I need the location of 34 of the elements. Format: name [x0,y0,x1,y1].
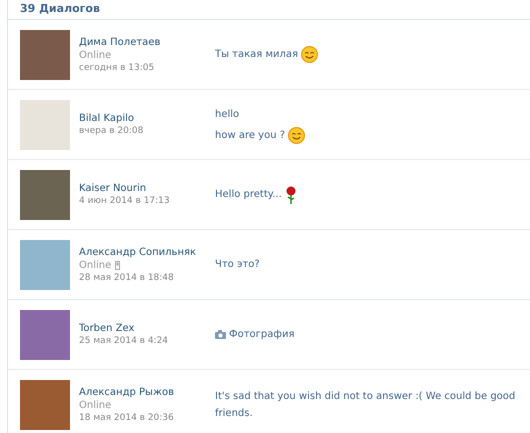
photo-attachment-link[interactable]: Фотография [229,326,294,343]
contact-name[interactable]: Александр Рыжов [79,386,215,398]
contact-name[interactable]: Bilal Kapilo [79,113,215,124]
message-time: 25 мая 2014 в 4:24 [79,336,170,346]
dialogs-count-heading: 39 Диалогов [8,0,530,20]
contact-name[interactable]: Kaiser Nourin [79,183,215,194]
online-status: Online [79,400,112,410]
online-status: Online [79,50,112,60]
message-time: 4 июн 2014 в 17:13 [79,196,171,206]
contact-name[interactable]: Дима Полетаев [79,36,215,48]
camera-icon [215,330,226,339]
avatar-photo-placeholder[interactable] [20,380,70,430]
avatar-photo-placeholder[interactable] [20,240,70,290]
mobile-phone-icon [115,260,120,270]
contact-name[interactable]: Torben Zex [79,323,215,334]
avatar-photo-placeholder[interactable] [20,310,70,360]
message-time: 18 мая 2014 в 20:36 [79,412,175,422]
message-text: Hello pretty... [215,188,282,202]
message-text: hello [215,108,240,122]
message-time: вчера в 20:08 [79,126,144,136]
message-time: сегодня в 13:05 [79,62,156,72]
smiley-icon [288,126,306,144]
online-status: Online [79,260,112,270]
message-time: 28 мая 2014 в 18:48 [79,272,175,282]
avatar-photo-placeholder[interactable] [20,100,70,150]
message-text: Что это? [215,258,260,272]
smiley-icon [301,46,318,63]
message-text: Ты такая милая [215,48,298,62]
message-text: how are you ? [215,128,286,142]
message-text: It's sad that you wish did not to answer :( We could be good friends. [215,390,516,420]
rose-icon [284,186,297,204]
avatar-photo-placeholder[interactable] [20,170,70,220]
avatar-photo-placeholder[interactable] [20,30,70,80]
contact-name[interactable]: Александр Сопильняк [79,246,215,258]
